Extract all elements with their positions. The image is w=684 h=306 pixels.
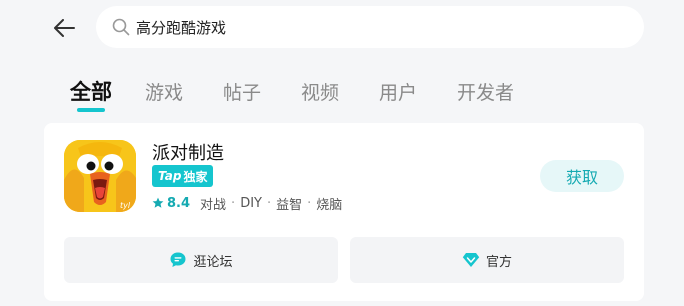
app-icon[interactable]: tyl bbox=[64, 140, 136, 212]
category-tabs: 全部 游戏 帖子 视频 用户 开发者 bbox=[0, 72, 684, 116]
tag-separator: · bbox=[231, 195, 236, 211]
tab-users[interactable]: 用户 bbox=[379, 78, 417, 105]
tag-separator: · bbox=[307, 195, 312, 211]
tap-brand-text: Tap bbox=[158, 169, 182, 183]
official-button[interactable]: 官方 bbox=[350, 237, 624, 283]
forum-label: 逛论坛 bbox=[193, 254, 233, 270]
back-button[interactable] bbox=[48, 12, 80, 44]
arrow-left-icon bbox=[53, 19, 75, 37]
top-bar bbox=[0, 0, 684, 58]
app-result-card[interactable]: tyl 派对制造 Tap 独家 8.4 对战 · DIY · 益智 · 烧脑 获… bbox=[44, 123, 644, 301]
active-tab-indicator bbox=[77, 108, 105, 112]
chat-bubble-icon bbox=[169, 251, 187, 269]
official-label: 官方 bbox=[485, 254, 512, 270]
star-icon bbox=[152, 197, 164, 209]
tag-item: 益智 bbox=[276, 197, 303, 213]
exclusive-text: 独家 bbox=[183, 169, 208, 184]
app-title[interactable]: 派对制造 bbox=[152, 139, 224, 165]
tab-developers[interactable]: 开发者 bbox=[457, 78, 514, 105]
app-icon-watermark: tyl bbox=[120, 201, 131, 210]
rating-score: 8.4 bbox=[167, 195, 191, 211]
app-meta: 8.4 对战 · DIY · 益智 · 烧脑 bbox=[152, 193, 342, 213]
get-button[interactable]: 获取 bbox=[540, 160, 624, 192]
diamond-icon bbox=[462, 252, 480, 268]
tab-games[interactable]: 游戏 bbox=[145, 78, 183, 105]
tag-item: DIY bbox=[240, 195, 262, 211]
search-icon bbox=[112, 18, 130, 36]
tab-all[interactable]: 全部 bbox=[70, 76, 112, 106]
forum-button[interactable]: 逛论坛 bbox=[64, 237, 338, 283]
tag-separator: · bbox=[266, 195, 272, 211]
exclusive-badge: Tap 独家 bbox=[152, 165, 214, 187]
tab-posts[interactable]: 帖子 bbox=[223, 78, 261, 105]
search-bar[interactable] bbox=[96, 6, 644, 48]
search-input[interactable] bbox=[136, 18, 616, 36]
tag-item: 烧脑 bbox=[316, 197, 343, 213]
tag-item: 对战 bbox=[200, 197, 227, 213]
tab-videos[interactable]: 视频 bbox=[301, 78, 339, 105]
